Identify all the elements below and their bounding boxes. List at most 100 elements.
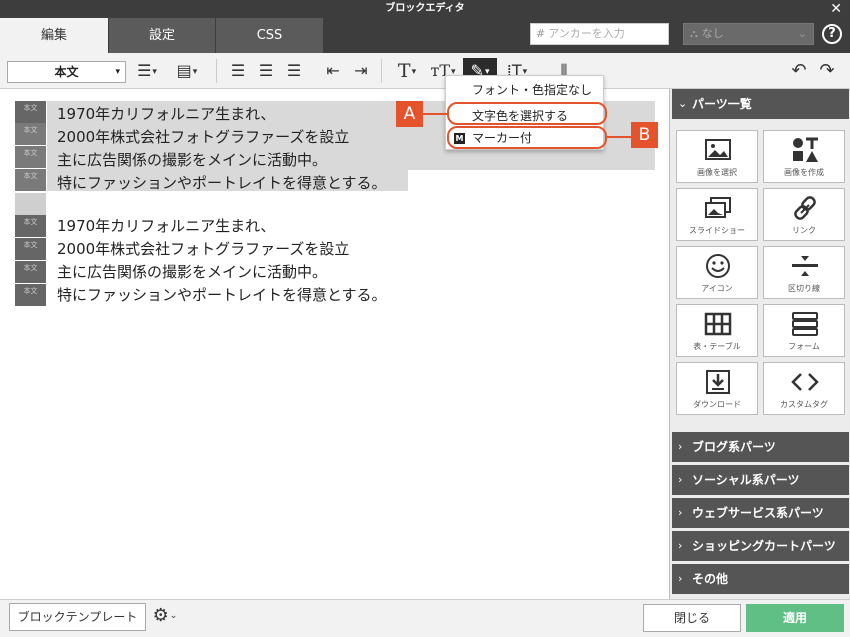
form-icon	[792, 312, 818, 336]
part-label: ダウンロード	[693, 400, 741, 409]
redo-icon[interactable]: ↷	[816, 58, 838, 84]
link-icon	[794, 196, 816, 220]
text-line[interactable]: 特にファッションやポートレイトを得意とする。	[57, 172, 387, 193]
block-tag[interactable]: 本文	[15, 123, 46, 145]
part-form[interactable]: フォーム	[763, 304, 845, 357]
part-label: カスタムタグ	[780, 400, 828, 409]
category-label: ソーシャル系パーツ	[692, 473, 800, 487]
anchor-select[interactable]: ⛬ なし ⌄	[683, 23, 814, 45]
text-line[interactable]: 1970年カリフォルニア生まれ、	[57, 103, 275, 124]
outdent-button[interactable]: ⇤	[322, 58, 344, 84]
block-tag[interactable]: 本文	[15, 238, 46, 260]
chevron-right-icon: ›	[678, 473, 683, 486]
tab-css[interactable]: CSS	[216, 18, 323, 53]
paragraph-style-value: 本文	[54, 65, 79, 79]
undo-icon[interactable]: ↶	[788, 58, 810, 84]
callout-a-connector	[421, 113, 448, 115]
block-tag[interactable]: 本文	[15, 284, 46, 306]
close-icon[interactable]: ✕	[830, 0, 842, 18]
chevron-right-icon: ›	[678, 506, 683, 519]
part-link[interactable]: リンク	[763, 188, 845, 241]
table-icon	[704, 312, 732, 336]
empty-block-tag[interactable]	[15, 193, 46, 215]
anchor-select-value: なし	[701, 27, 724, 40]
close-button[interactable]: 閉じる	[643, 604, 741, 632]
numbered-list-button[interactable]: ▤▾	[172, 58, 202, 84]
align-left-button[interactable]: ☰	[228, 58, 248, 84]
text-line[interactable]: 2000年株式会社フォトグラファーズを設立	[57, 126, 349, 147]
text-line[interactable]: 2000年株式会社フォトグラファーズを設立	[57, 238, 349, 259]
part-label: 画像を選択	[697, 168, 737, 177]
text-line[interactable]: 特にファッションやポートレイトを得意とする。	[57, 284, 387, 305]
part-label: アイコン	[701, 284, 733, 293]
category-web-service[interactable]: › ウェブサービス系パーツ	[672, 498, 849, 528]
toolbar-divider	[381, 59, 382, 83]
paragraph-style-select[interactable]: 本文 ▾	[7, 61, 126, 83]
part-create-image[interactable]: 画像を作成	[763, 130, 845, 183]
part-icon[interactable]: アイコン	[676, 246, 758, 299]
block-tag[interactable]: 本文	[15, 146, 46, 168]
block-tag[interactable]: 本文	[15, 101, 46, 123]
slideshow-icon	[705, 197, 731, 218]
part-label: フォーム	[788, 342, 820, 351]
tab-edit[interactable]: 編集	[0, 18, 108, 53]
part-select-image[interactable]: 画像を選択	[676, 130, 758, 183]
menu-item-no-color[interactable]: フォント・色指定なし	[446, 81, 603, 98]
align-right-button[interactable]: ☰	[284, 58, 304, 84]
block-template-button[interactable]: ブロックテンプレート	[9, 603, 146, 631]
callout-a-highlight	[447, 102, 607, 125]
category-label: ウェブサービス系パーツ	[692, 506, 824, 520]
part-custom-tag[interactable]: カスタムタグ	[763, 362, 845, 415]
category-label: ブログ系パーツ	[692, 440, 776, 454]
chevron-right-icon: ›	[678, 440, 683, 453]
footer-bar: ブロックテンプレート ⚙⌄ 閉じる 適用	[0, 599, 850, 637]
chevron-down-icon: ▾	[115, 67, 120, 77]
part-label: 画像を作成	[784, 168, 824, 177]
block-tag[interactable]: 本文	[15, 261, 46, 283]
tab-settings[interactable]: 設定	[109, 18, 215, 53]
part-label: リンク	[792, 226, 816, 235]
toolbar-divider	[216, 59, 217, 83]
align-center-button[interactable]: ☰	[256, 58, 276, 84]
category-other[interactable]: › その他	[672, 564, 849, 594]
bullet-list-button[interactable]: ☰▾	[134, 58, 160, 84]
anchor-link-icon: ⛬	[690, 27, 698, 40]
callout-a-label: A	[396, 101, 423, 127]
text-line[interactable]: 主に広告関係の撮影をメインに活動中。	[57, 149, 327, 170]
category-shopping-cart[interactable]: › ショッピングカートパーツ	[672, 531, 849, 561]
block-tag[interactable]: 本文	[15, 215, 46, 237]
part-slideshow[interactable]: スライドショー	[676, 188, 758, 241]
parts-sidebar: ⌄ パーツ一覧 画像を選択 画像を作成 スライドショー リンク アイコン 区切り線…	[669, 89, 850, 599]
editor-area[interactable]: 本文 本文 本文 本文 本文 本文 本文 本文 1970年カリフォルニア生まれ、…	[0, 89, 669, 599]
text-line[interactable]: 1970年カリフォルニア生まれ、	[57, 215, 275, 236]
font-size-button[interactable]: T▾	[392, 58, 422, 84]
gear-icon[interactable]: ⚙⌄	[148, 603, 182, 629]
chevron-down-icon: ⌄	[678, 97, 688, 110]
part-table[interactable]: 表・テーブル	[676, 304, 758, 357]
chevron-right-icon: ›	[678, 572, 683, 585]
window-title: ブロックエディタ	[385, 3, 465, 14]
chevron-down-icon: ⌄	[797, 27, 807, 40]
anchor-input[interactable]: # アンカーを入力	[530, 23, 669, 45]
category-social[interactable]: › ソーシャル系パーツ	[672, 465, 849, 495]
chevron-right-icon: ›	[678, 539, 683, 552]
block-tag[interactable]: 本文	[15, 169, 46, 191]
callout-b-connector	[607, 136, 631, 138]
parts-list-header[interactable]: ⌄ パーツ一覧	[672, 89, 849, 119]
part-divider[interactable]: 区切り線	[763, 246, 845, 299]
image-icon	[705, 139, 731, 160]
code-icon	[791, 373, 819, 391]
category-blog[interactable]: › ブログ系パーツ	[672, 432, 849, 462]
text-line[interactable]: 主に広告関係の撮影をメインに活動中。	[57, 261, 327, 282]
part-download[interactable]: ダウンロード	[676, 362, 758, 415]
part-label: 表・テーブル	[693, 342, 741, 351]
indent-button[interactable]: ⇥	[350, 58, 372, 84]
part-label: スライドショー	[689, 226, 745, 235]
hash-icon: #	[536, 27, 546, 40]
parts-list-title: パーツ一覧	[692, 97, 752, 111]
smiley-icon	[706, 254, 730, 278]
help-icon[interactable]: ?	[822, 24, 842, 44]
category-label: その他	[692, 572, 729, 586]
apply-button[interactable]: 適用	[746, 604, 844, 632]
window-titlebar: ブロックエディタ ✕	[0, 0, 850, 18]
